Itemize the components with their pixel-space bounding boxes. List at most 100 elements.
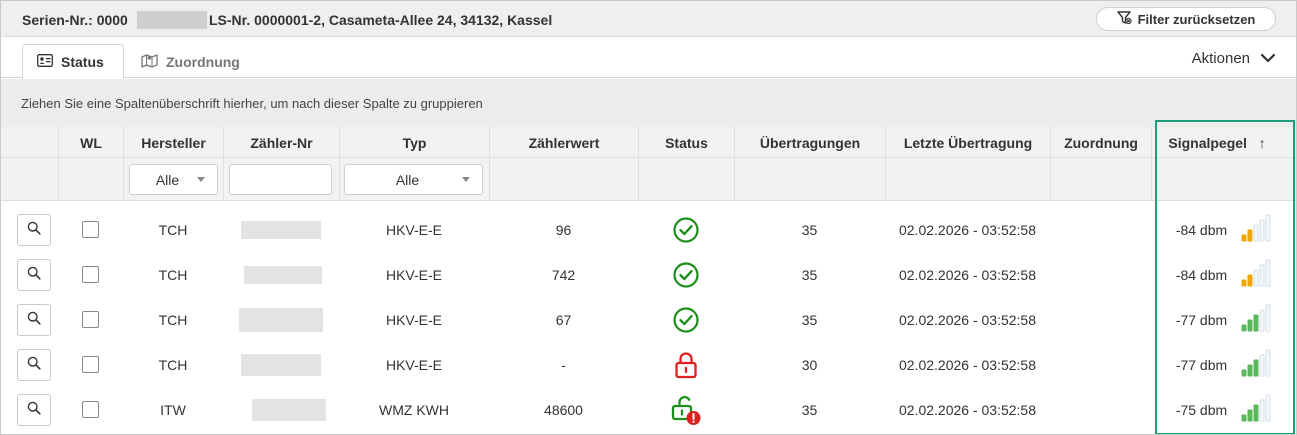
wl-cell <box>58 252 123 297</box>
col-header-zaehlerwert-label: Zählerwert <box>528 135 600 151</box>
typ-cell: HKV-E-E <box>385 221 442 238</box>
col-header-uebertragungen-label: Übertragungen <box>759 135 861 151</box>
map-icon <box>141 53 158 71</box>
zaehlerwert-cell: 48600 <box>544 401 583 418</box>
zuordnung-cell <box>1050 387 1151 432</box>
details-button[interactable] <box>16 393 51 426</box>
lock-open-warning-icon <box>669 394 703 426</box>
zaehlerwert-cell: 96 <box>555 221 572 238</box>
wl-checkbox[interactable] <box>82 356 99 373</box>
lock-closed-icon <box>673 350 699 380</box>
uebertragungen-cell: 35 <box>801 221 818 238</box>
zaehler-nr-cell <box>223 387 339 432</box>
uebertragungen-cell: 35 <box>801 311 818 328</box>
col-header-uebertragungen[interactable]: Übertragungen <box>734 127 885 201</box>
letzte-uebertragung-cell: 02.02.2026 - 03:52:58 <box>898 311 1036 328</box>
typ-cell: HKV-E-E <box>385 356 442 373</box>
wl-cell <box>58 207 123 252</box>
check-circle-icon <box>672 216 700 244</box>
col-header-wl-label: WL <box>80 135 102 151</box>
col-header-status[interactable]: Status <box>638 127 734 201</box>
check-circle-icon <box>672 306 700 334</box>
search-icon <box>27 221 41 238</box>
col-header-status-label: Status <box>665 135 708 151</box>
col-header-zuordnung[interactable]: Zuordnung <box>1050 127 1151 201</box>
hersteller-filter-select[interactable]: Alle <box>129 164 218 195</box>
zaehlerwert-cell: 67 <box>555 311 572 328</box>
letzte-uebertragung-cell: 02.02.2026 - 03:52:58 <box>898 401 1036 418</box>
col-header-zaehlerwert[interactable]: Zählerwert <box>489 127 638 201</box>
zuordnung-cell <box>1050 207 1151 252</box>
wl-checkbox[interactable] <box>82 221 99 238</box>
search-icon <box>27 401 41 418</box>
col-header-hersteller-label: Hersteller <box>141 135 206 151</box>
status-cell <box>638 297 734 342</box>
details-cell <box>1 207 66 252</box>
zuordnung-cell <box>1050 252 1151 297</box>
zaehler-nr-cell <box>223 252 339 297</box>
zaehler-nr-cell <box>223 342 339 387</box>
table-row: TCH HKV-E-E 67 35 02.02.2026 - 03:52:58 … <box>1 297 1296 342</box>
uebertragungen-cell: 35 <box>801 266 818 283</box>
uebertragungen-cell: 30 <box>801 356 818 373</box>
details-button[interactable] <box>16 213 51 246</box>
table-row: TCH HKV-E-E - 30 02.02.2026 - 03:52:58 -… <box>1 342 1296 387</box>
tab-status-label: Status <box>61 53 104 70</box>
group-drop-area[interactable]: Ziehen Sie eine Spaltenüberschrift hierh… <box>1 79 1296 127</box>
details-button[interactable] <box>16 348 51 381</box>
tab-zuordnung[interactable]: Zuordnung <box>127 44 254 79</box>
status-cell <box>638 342 734 387</box>
redacted-serial <box>137 11 207 29</box>
status-cell <box>638 252 734 297</box>
signalpegel-highlight-frame <box>1155 120 1295 434</box>
header-title-prefix: Serien-Nr.: 0000 <box>22 12 128 28</box>
redacted-meter-number <box>244 265 322 284</box>
redacted-meter-number <box>252 398 326 421</box>
zuordnung-cell <box>1050 297 1151 342</box>
hersteller-cell: TCH <box>158 221 188 238</box>
details-button[interactable] <box>16 258 51 291</box>
col-header-zuordnung-label: Zuordnung <box>1064 135 1138 151</box>
search-icon <box>27 356 41 373</box>
redacted-meter-number <box>241 220 321 239</box>
typ-cell: HKV-E-E <box>385 311 442 328</box>
wl-checkbox[interactable] <box>82 311 99 328</box>
col-header-wl[interactable]: WL <box>58 127 123 201</box>
col-header-letzte[interactable]: Letzte Übertragung <box>885 127 1050 201</box>
table-row: TCH HKV-E-E 96 35 02.02.2026 - 03:52:58 … <box>1 207 1296 252</box>
table-row: TCH HKV-E-E 742 35 02.02.2026 - 03:52:58… <box>1 252 1296 297</box>
hersteller-cell: TCH <box>158 266 188 283</box>
wl-checkbox[interactable] <box>82 401 99 418</box>
zaehlerwert-cell: 742 <box>551 266 576 283</box>
zaehler-nr-cell <box>223 207 339 252</box>
tab-status[interactable]: Status <box>22 44 124 79</box>
details-cell <box>1 387 66 432</box>
filter-clear-icon <box>1116 10 1132 28</box>
typ-cell: HKV-E-E <box>385 266 442 283</box>
actions-menu[interactable]: Aktionen <box>1192 50 1276 67</box>
hersteller-cell: TCH <box>158 356 188 373</box>
table-row: ITW WMZ KWH 48600 35 02.02.2026 - 03:52:… <box>1 387 1296 432</box>
search-icon <box>27 266 41 283</box>
status-cell <box>638 387 734 432</box>
id-card-icon <box>37 53 53 70</box>
header-title-suffix: LS-Nr. 0000001-2, Casameta-Allee 24, 341… <box>209 12 553 28</box>
typ-filter-select[interactable]: Alle <box>344 164 483 195</box>
caret-down-icon <box>197 177 205 182</box>
check-circle-icon <box>672 261 700 289</box>
grid-header: WL Hersteller Zähler-Nr Typ Zählerwert S… <box>1 127 1296 201</box>
hersteller-filter-value: Alle <box>155 171 180 188</box>
chevron-down-icon <box>1260 50 1276 67</box>
zuordnung-cell <box>1050 342 1151 387</box>
filter-reset-button[interactable]: Filter zurücksetzen <box>1096 7 1276 31</box>
search-icon <box>27 311 41 328</box>
tab-bar: Status Zuordnung Aktionen <box>1 37 1296 79</box>
wl-cell <box>58 387 123 432</box>
zaehler-nr-filter-input[interactable] <box>229 164 332 195</box>
letzte-uebertragung-cell: 02.02.2026 - 03:52:58 <box>898 266 1036 283</box>
details-cell <box>1 342 66 387</box>
filter-reset-label: Filter zurücksetzen <box>1137 11 1256 27</box>
col-header-letzte-label: Letzte Übertragung <box>903 135 1033 151</box>
wl-checkbox[interactable] <box>82 266 99 283</box>
details-button[interactable] <box>16 303 51 336</box>
